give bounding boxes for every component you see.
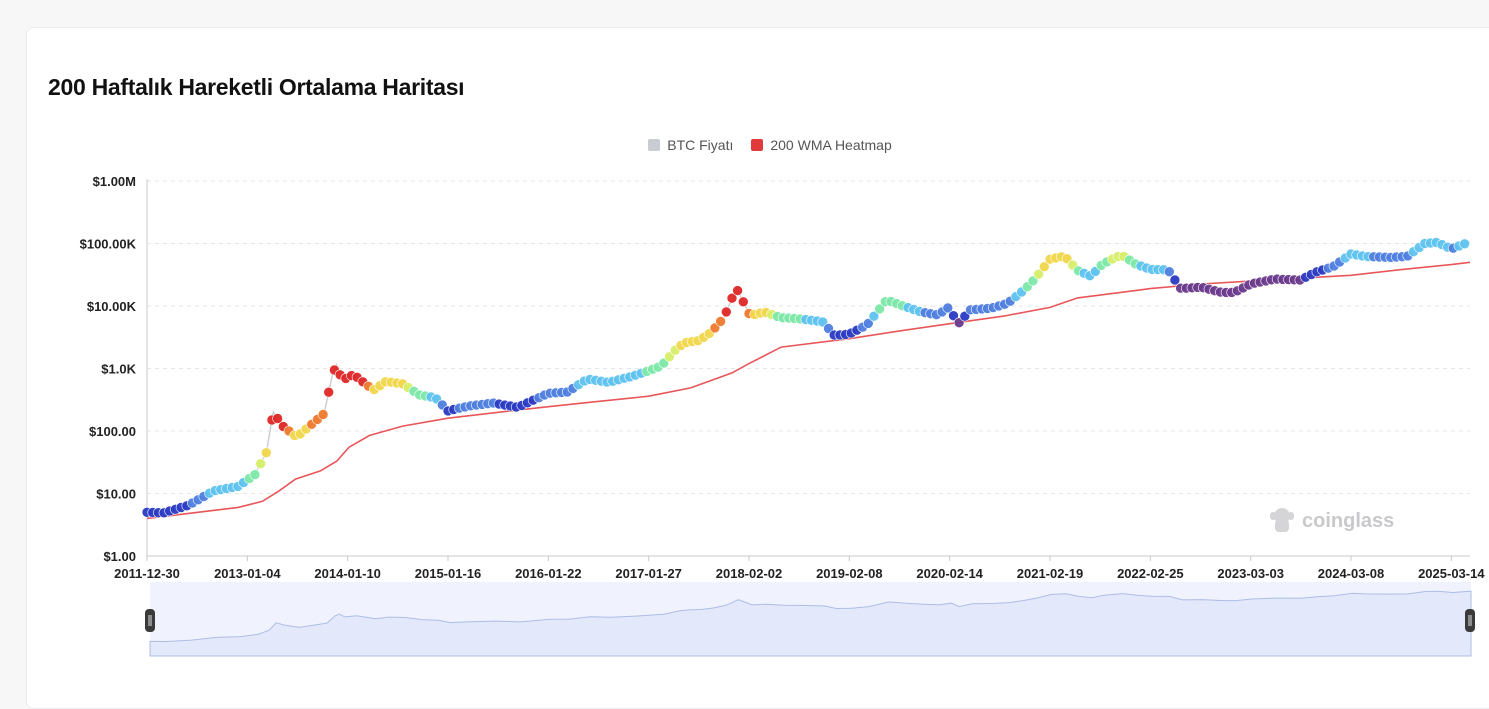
heat-marker bbox=[255, 458, 266, 470]
x-tick-label: 2018-02-02 bbox=[716, 566, 783, 581]
navigator-handle-right[interactable] bbox=[1465, 609, 1475, 632]
navigator-handle-grip bbox=[1465, 609, 1475, 632]
heat-marker bbox=[317, 409, 329, 420]
y-tick-label: $1.0K bbox=[101, 362, 136, 377]
x-tick-label: 2022-02-25 bbox=[1117, 566, 1184, 581]
heat-marker bbox=[249, 469, 261, 481]
x-tick-label: 2011-12-30 bbox=[114, 566, 180, 581]
x-tick-label: 2024-03-08 bbox=[1318, 566, 1385, 581]
x-tick-label: 2016-01-22 bbox=[515, 566, 582, 581]
heat-marker bbox=[715, 316, 726, 327]
heat-marker bbox=[737, 296, 749, 308]
heat-marker bbox=[323, 386, 335, 398]
x-tick-label: 2014-01-10 bbox=[314, 566, 381, 581]
navigator-handle-grip bbox=[145, 609, 155, 632]
x-tick-label: 2019-02-08 bbox=[816, 566, 883, 581]
x-tick-label: 2013-01-04 bbox=[214, 566, 281, 581]
heatmap-markers bbox=[141, 237, 1470, 519]
watermark-text: coinglass bbox=[1302, 509, 1395, 532]
heat-marker bbox=[732, 285, 743, 296]
coinglass-watermark: coinglass bbox=[1268, 506, 1394, 536]
x-tick-label: 2015-01-16 bbox=[415, 566, 482, 581]
x-tick-label: 2023-03-03 bbox=[1217, 566, 1284, 581]
x-tick-label: 2025-03-14 bbox=[1418, 566, 1485, 581]
x-tick-label: 2020-02-14 bbox=[916, 566, 983, 581]
coinglass-logo-icon bbox=[1270, 508, 1294, 532]
y-tick-label: $10.00 bbox=[96, 487, 136, 502]
x-tick-label: 2021-02-19 bbox=[1017, 566, 1084, 581]
heat-marker bbox=[720, 306, 732, 318]
navigator-handle-left[interactable] bbox=[145, 609, 155, 632]
y-tick-label: $1.00M bbox=[93, 174, 136, 189]
y-tick-label: $100.00 bbox=[89, 424, 136, 439]
y-tick-label: $1.00 bbox=[103, 549, 136, 564]
y-tick-label: $100.00K bbox=[80, 237, 137, 252]
y-tick-label: $10.00K bbox=[87, 299, 137, 314]
wma-line bbox=[146, 261, 1471, 520]
heat-marker bbox=[1459, 238, 1470, 250]
x-tick-label: 2017-01-27 bbox=[615, 566, 682, 581]
chart-plot: $1.00 $10.00 $100.00 $1.0K $10.00K $100.00K $1… bbox=[80, 174, 1485, 657]
heat-marker bbox=[260, 447, 272, 459]
